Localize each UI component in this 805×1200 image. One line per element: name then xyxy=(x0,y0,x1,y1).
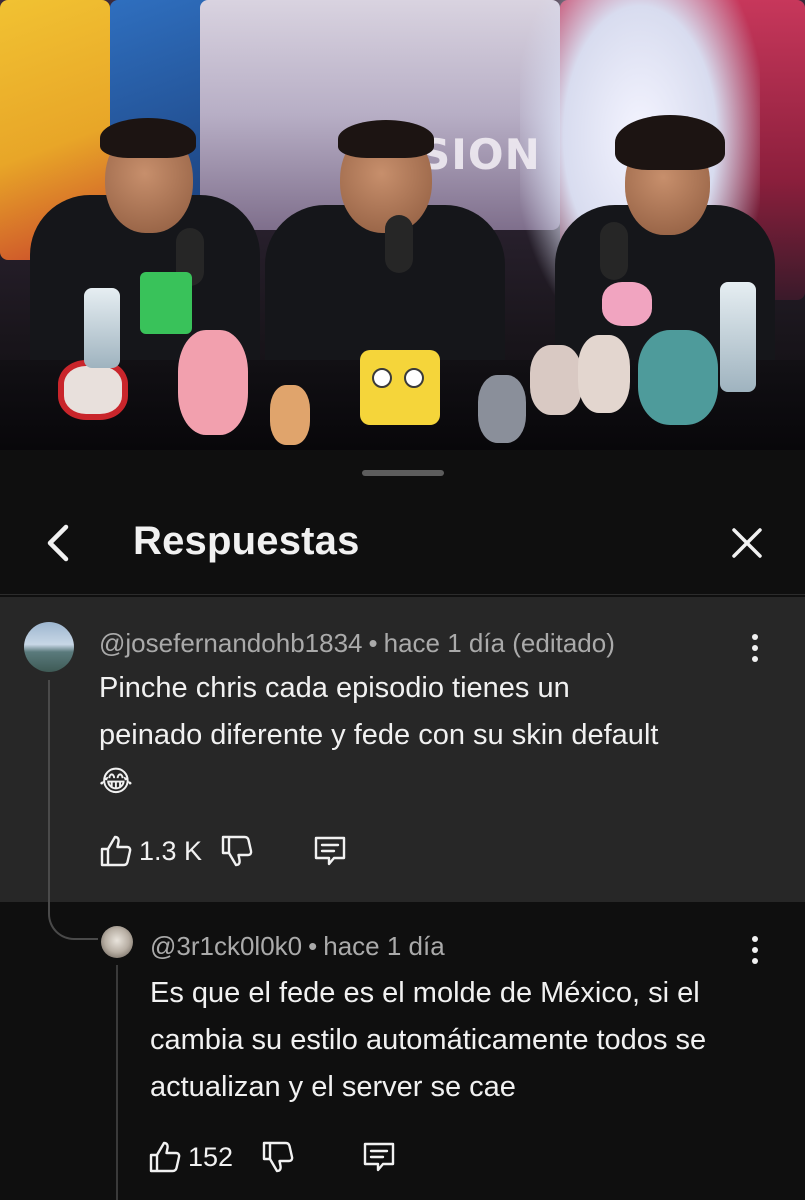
comment-text: Pinche chris cada episodio tienes un pei… xyxy=(99,672,659,798)
page-title: Respuestas xyxy=(133,519,360,563)
dislike-button[interactable] xyxy=(261,1140,295,1174)
toy-bottle xyxy=(84,288,120,368)
toy-cat xyxy=(478,375,526,443)
like-button[interactable]: 1.3 K xyxy=(99,834,202,868)
comment-actions: 1.3 K xyxy=(99,834,348,868)
dislike-button[interactable] xyxy=(220,834,254,868)
more-vertical-icon xyxy=(752,936,758,964)
thumbs-down-icon xyxy=(221,835,253,867)
toy-kirby xyxy=(602,282,652,326)
close-icon xyxy=(732,528,762,558)
thumbs-up-icon xyxy=(100,835,132,867)
comment-time: hace 1 día (editado) xyxy=(383,628,615,658)
comment-author[interactable]: @josefernandohb1834 xyxy=(99,628,363,658)
comment-more-button[interactable] xyxy=(740,628,770,668)
toy-bunny xyxy=(578,335,630,413)
thumbs-up-icon xyxy=(149,1141,181,1173)
toy-patrick xyxy=(178,330,248,435)
close-button[interactable] xyxy=(725,521,769,565)
reply-more-button[interactable] xyxy=(740,930,770,970)
reply-author[interactable]: @3r1ck0l0k0 xyxy=(150,931,302,961)
reply-meta: @3r1ck0l0k0 • hace 1 día xyxy=(150,931,445,961)
reply-button[interactable] xyxy=(361,1140,397,1174)
reply-comment-icon xyxy=(314,836,346,866)
drag-handle[interactable] xyxy=(362,470,444,476)
toy-bottle xyxy=(720,282,756,392)
toy-santa xyxy=(58,360,128,420)
reply-actions: 152 xyxy=(148,1140,397,1174)
thread-line xyxy=(116,965,118,1200)
more-vertical-icon xyxy=(752,634,758,662)
video-player[interactable]: SION xyxy=(0,0,805,450)
like-count: 1.3 K xyxy=(139,835,203,866)
chevron-left-icon xyxy=(47,524,69,562)
toy-squidward xyxy=(638,330,718,425)
back-button[interactable] xyxy=(36,521,80,565)
toy-figure xyxy=(270,385,310,445)
avatar[interactable] xyxy=(101,926,133,958)
thread-connector xyxy=(48,890,98,940)
avatar[interactable] xyxy=(24,622,74,672)
reply-comment-icon xyxy=(363,1142,395,1172)
wall-sign-text: SION xyxy=(420,130,541,179)
reply-time: hace 1 día xyxy=(323,931,445,961)
like-count: 152 xyxy=(188,1141,234,1172)
reply-text: Es que el fede es el molde de México, si… xyxy=(150,977,707,1103)
thumbs-down-icon xyxy=(262,1141,294,1173)
toy-bunny xyxy=(530,345,582,415)
like-button[interactable]: 152 xyxy=(148,1140,233,1174)
comment-meta: @josefernandohb1834 • hace 1 día (editado) xyxy=(99,628,615,658)
replies-header: Respuestas xyxy=(0,495,805,595)
microphone xyxy=(385,215,413,273)
toy-cup xyxy=(140,272,192,334)
microphone xyxy=(600,222,628,280)
toy-spongebob xyxy=(360,350,440,425)
reply-button[interactable] xyxy=(312,834,348,868)
